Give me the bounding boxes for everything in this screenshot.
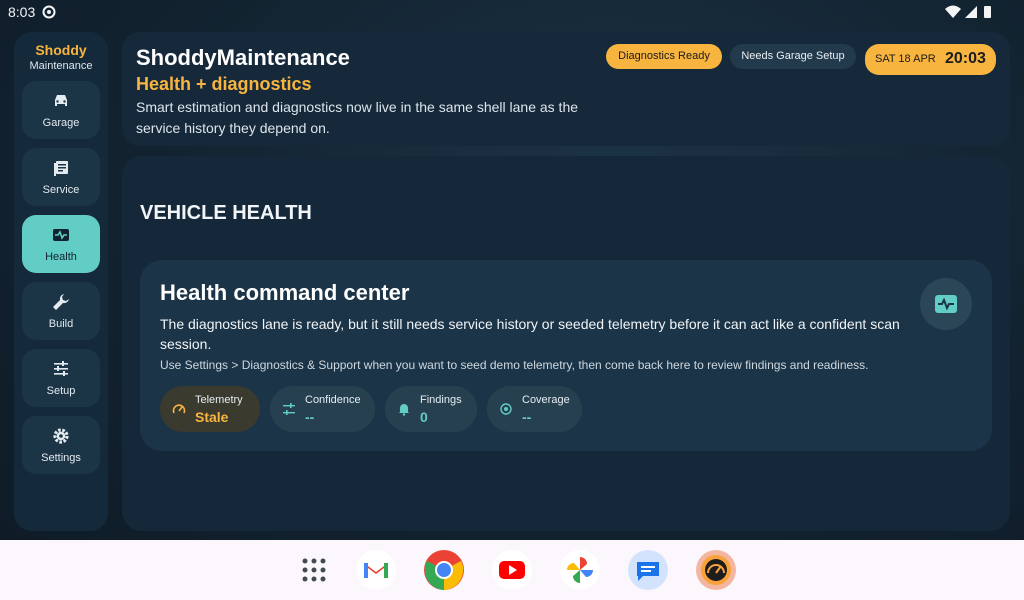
- status-time: 8:03: [8, 4, 36, 20]
- app-drawer-button[interactable]: [293, 549, 335, 591]
- youtube-icon: [492, 550, 532, 590]
- sidebar-item-label: Setup: [46, 385, 76, 397]
- photos-icon: [560, 550, 600, 590]
- wifi-icon: [945, 5, 961, 18]
- sidebar-item-service[interactable]: Service: [22, 148, 100, 206]
- sidebar-item-build[interactable]: Build: [22, 282, 100, 340]
- metric-value: --: [305, 409, 315, 425]
- gmail-icon: [356, 550, 396, 590]
- chrome-icon: [424, 550, 464, 590]
- status-bar: 8:03: [0, 0, 1024, 24]
- brand: Shoddy Maintenance: [14, 42, 108, 72]
- clock-label: 20:03: [945, 50, 986, 67]
- metric-value: --: [522, 409, 532, 425]
- tune-icon: [283, 403, 295, 415]
- garage-setup-chip[interactable]: Needs Garage Setup: [730, 44, 856, 69]
- date-label: SAT 18 APR: [875, 53, 936, 65]
- metric-findings[interactable]: Findings 0: [385, 386, 477, 432]
- heart-monitor-icon: [935, 295, 957, 313]
- sidebar-item-setup[interactable]: Setup: [22, 349, 100, 407]
- metric-value: 0: [420, 409, 428, 425]
- sliders-icon: [54, 361, 68, 376]
- app-title: ShoddyMaintenance: [136, 45, 350, 70]
- target-icon: [500, 403, 512, 415]
- sidebar: Shoddy Maintenance Garage Service Health…: [14, 32, 108, 531]
- battery-icon: [984, 6, 991, 18]
- bell-icon: [399, 404, 409, 416]
- settings-notification-icon: [42, 5, 56, 19]
- metric-confidence[interactable]: Confidence --: [270, 386, 375, 432]
- sidebar-item-garage[interactable]: Garage: [22, 81, 100, 139]
- date-time-badge: SAT 18 APR 20:03: [865, 44, 996, 75]
- taskbar: [0, 540, 1024, 600]
- card-hint: Use Settings > Diagnostics & Support whe…: [160, 358, 869, 372]
- health-monitor-badge: [920, 278, 972, 330]
- messages-app[interactable]: [627, 549, 669, 591]
- wrench-icon: [53, 294, 69, 310]
- page-heading: VEHICLE HEALTH: [140, 202, 312, 224]
- header-description: Smart estimation and diagnostics now liv…: [136, 99, 579, 136]
- app-drawer-icon: [302, 558, 326, 582]
- photos-app[interactable]: [559, 549, 601, 591]
- chrome-app[interactable]: [423, 549, 465, 591]
- sidebar-item-settings[interactable]: Settings: [22, 416, 100, 474]
- shoddy-maintenance-app[interactable]: [695, 549, 737, 591]
- gear-icon: [53, 428, 69, 444]
- cell-signal-icon: [965, 6, 977, 18]
- header-panel: ShoddyMaintenance Health + diagnostics S…: [122, 32, 1010, 146]
- sidebar-item-label: Build: [48, 318, 74, 330]
- metric-label: Coverage: [522, 394, 570, 406]
- service-book-icon: [54, 161, 68, 176]
- gauge-icon: [172, 404, 186, 414]
- metric-value: Stale: [195, 409, 229, 425]
- sidebar-item-label: Health: [45, 251, 77, 263]
- brand-name-line1: Shoddy: [35, 42, 87, 58]
- metric-label: Confidence: [305, 394, 361, 406]
- metric-telemetry[interactable]: Telemetry Stale: [160, 386, 260, 432]
- sidebar-item-label: Garage: [42, 117, 80, 129]
- diagnostics-status-chip[interactable]: Diagnostics Ready: [606, 44, 722, 69]
- brand-name-line2: Maintenance: [29, 60, 93, 72]
- main-panel: VEHICLE HEALTH Health command center The…: [122, 156, 1010, 531]
- sidebar-item-health[interactable]: Health: [22, 215, 100, 273]
- youtube-app[interactable]: [491, 549, 533, 591]
- sidebar-item-label: Settings: [41, 452, 81, 464]
- card-title: Health command center: [160, 280, 410, 305]
- metric-label: Telemetry: [195, 394, 243, 406]
- health-command-card: Health command center The diagnostics la…: [140, 260, 992, 451]
- metric-label: Findings: [420, 394, 462, 406]
- car-icon: [55, 95, 67, 106]
- heart-monitor-icon: [53, 229, 69, 241]
- shoddy-maintenance-icon: [696, 550, 736, 590]
- card-description: The diagnostics lane is ready, but it st…: [160, 316, 900, 352]
- gmail-app[interactable]: [355, 549, 397, 591]
- system-status-icons: [945, 5, 991, 18]
- section-title: Health + diagnostics: [136, 74, 312, 94]
- metric-coverage[interactable]: Coverage --: [487, 386, 582, 432]
- messages-icon: [628, 550, 668, 590]
- sidebar-item-label: Service: [42, 184, 80, 196]
